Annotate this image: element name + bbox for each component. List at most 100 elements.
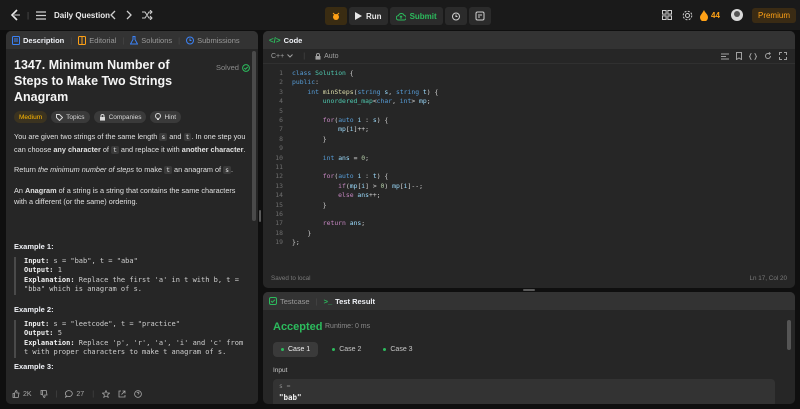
shuffle-icon [141, 10, 153, 20]
timer-button[interactable] [444, 7, 467, 25]
code-line: public: [292, 78, 319, 87]
example-2-block: Input: s = "leetcode", t = "practice" Ou… [14, 319, 250, 358]
streak-counter[interactable]: 44 [700, 8, 720, 22]
avatar[interactable] [731, 8, 743, 22]
lightbulb-icon [155, 113, 162, 120]
fire-icon [700, 9, 708, 21]
tab-solutions[interactable]: Solutions [130, 35, 172, 45]
debug-button[interactable] [325, 7, 347, 25]
check-square-icon [269, 297, 277, 305]
language-select[interactable]: C++ [271, 53, 294, 60]
tab-test-result[interactable]: >_ Test Result [324, 297, 375, 306]
notes-button[interactable] [468, 7, 491, 25]
line-number: 12 [275, 172, 283, 181]
auto-mode-toggle[interactable]: Auto [315, 53, 338, 60]
input-label: Input [273, 367, 288, 374]
maximize-icon[interactable] [779, 52, 787, 60]
companies-chip[interactable]: Companies [93, 111, 147, 123]
test-scrollbar[interactable] [787, 320, 791, 350]
case-tab-3[interactable]: Case 3 [375, 342, 420, 357]
submit-button[interactable]: Submit [389, 7, 443, 25]
run-button[interactable]: Run [349, 7, 388, 25]
line-number: 17 [275, 219, 283, 228]
tab-separator: | [122, 35, 125, 45]
leetcode-logo-icon [10, 9, 20, 21]
code-line: } [292, 200, 327, 209]
grid-icon [662, 10, 672, 20]
line-number: 6 [279, 116, 283, 124]
reset-icon[interactable] [764, 52, 772, 60]
tab-separator: | [315, 296, 318, 306]
layout-button[interactable] [660, 8, 674, 22]
vertical-resize-handle[interactable] [259, 210, 261, 222]
chevron-left-icon [110, 10, 116, 20]
next-problem-button[interactable] [122, 8, 136, 22]
case-tabs: Case 1 Case 2 Case 3 [273, 342, 421, 357]
example-2-title: Example 2: [14, 304, 54, 314]
tab-submissions[interactable]: Submissions [186, 36, 240, 45]
problem-list-label: Daily Question [54, 10, 111, 20]
line-number: 13 [275, 181, 283, 190]
saved-status: Saved to local [271, 275, 311, 282]
bookmark-icon[interactable] [736, 52, 742, 60]
tab-editorial[interactable]: Editorial [78, 35, 116, 45]
line-number: 9 [279, 144, 283, 153]
runtime-label: Runtime: 0 ms [325, 323, 371, 330]
code-line: unordered_map<char, int> mp; [322, 97, 431, 106]
premium-label: Premium [757, 11, 790, 20]
braces-icon[interactable] [749, 52, 757, 60]
lock-icon [315, 52, 321, 60]
footer-divider: | [55, 390, 58, 398]
avatar-image [731, 9, 743, 21]
help-button[interactable] [134, 390, 142, 398]
code-tab-label: Code [283, 35, 303, 45]
solved-badge: Solved [216, 63, 250, 72]
tab-description[interactable]: Description [12, 35, 64, 45]
check-circle-icon [242, 63, 250, 72]
description-panel: Description | Editorial | Solutions | Su… [6, 31, 258, 404]
favorite-button[interactable] [102, 390, 111, 398]
comments-button[interactable]: 27 [65, 390, 84, 398]
tab-code[interactable]: </> Code [269, 36, 302, 45]
case-tab-1[interactable]: Case 1 [273, 342, 319, 357]
like-button[interactable]: 2K [12, 390, 32, 398]
pass-dot [281, 348, 284, 351]
hint-label: Hint [164, 113, 177, 121]
line-number: 18 [275, 228, 283, 237]
example-3-title: Example 3: [14, 361, 54, 371]
run-submit-group: Run Submit [325, 7, 491, 25]
line-number: 19 [275, 238, 283, 247]
case-3-label: Case 3 [390, 346, 413, 353]
shuffle-button[interactable] [140, 8, 154, 22]
settings-button[interactable] [680, 8, 694, 22]
comment-icon [65, 390, 74, 398]
chevron-down-icon [287, 54, 294, 58]
tab-test-result-label: Test Result [335, 296, 375, 306]
topics-chip[interactable]: Topics [51, 111, 90, 123]
description-content: 1347. Minimum Number of Steps to Make Tw… [14, 57, 250, 371]
premium-button[interactable]: Premium [752, 8, 796, 23]
tab-testcase-label: Testcase [280, 296, 310, 306]
description-scrollbar[interactable] [252, 51, 256, 221]
prev-problem-button[interactable] [106, 8, 120, 22]
format-icon[interactable] [721, 53, 729, 60]
problem-list-button[interactable]: Daily Question [34, 8, 110, 22]
logo[interactable] [8, 8, 22, 22]
tab-testcase[interactable]: Testcase [269, 297, 310, 306]
gear-icon [682, 10, 692, 20]
note-icon [475, 11, 485, 21]
horizontal-resize-handle[interactable] [523, 289, 535, 291]
code-header: </> Code [263, 31, 795, 49]
thumbs-up-icon [12, 390, 20, 398]
share-button[interactable] [118, 390, 126, 398]
solved-label: Solved [216, 63, 239, 72]
code-line: mp[i]++; [338, 125, 369, 134]
document-icon [12, 35, 20, 45]
hint-chip[interactable]: Hint [150, 111, 182, 123]
companies-label: Companies [108, 113, 142, 121]
cloud-upload-icon [395, 12, 406, 20]
case-tab-2[interactable]: Case 2 [324, 342, 369, 357]
code-toolbar: C++ | Auto [263, 49, 795, 64]
code-line: }; [292, 238, 300, 247]
dislike-button[interactable] [40, 390, 48, 398]
